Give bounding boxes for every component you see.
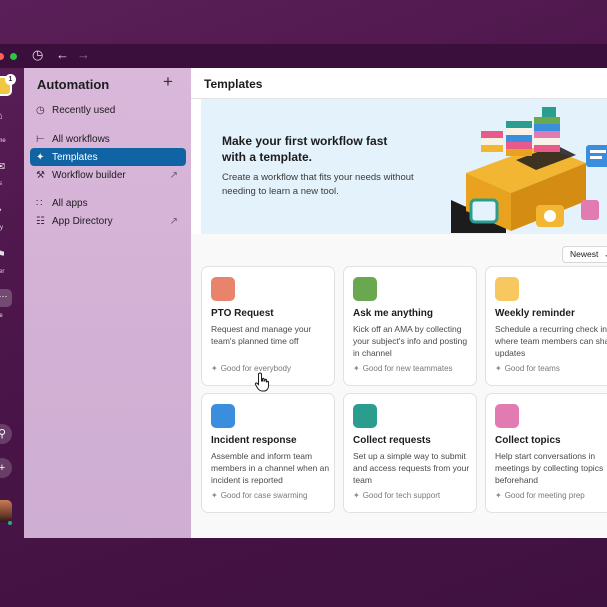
checkmark-icon (495, 277, 519, 301)
card-description: Help start conversations in meetings by … (495, 451, 604, 485)
automation-sidebar: Automation + ◷ Recently used ⊢ All workf… (24, 68, 191, 538)
hero-banner: Make your first workflow fast with a tem… (201, 99, 607, 234)
avatar[interactable] (0, 500, 12, 522)
more-icon[interactable]: ⋯ (0, 289, 12, 307)
back-arrow-icon[interactable]: ← (56, 47, 69, 62)
sidebar-item-label: Templates (52, 151, 98, 163)
search-icon[interactable]: ⚲ (0, 424, 12, 444)
sidebar-item-label: App Directory (52, 215, 113, 227)
sidebar-title: Automation (37, 77, 110, 92)
hero-body: Create a workflow that fits your needs w… (222, 172, 414, 197)
page-title: Templates (204, 77, 263, 91)
forward-arrow-icon[interactable]: → (77, 47, 90, 62)
workspace-rail: 1 ⌂ ome ✉ Ms ♦ vity ⚑ ater ⋯ ore ⚲ + (0, 68, 24, 538)
sidebar-item-label: Workflow builder (52, 169, 126, 181)
card-description: Request and manage your team's planned t… (211, 324, 312, 346)
speech-bubble-icon (353, 277, 377, 301)
card-title: Ask me anything (353, 308, 434, 319)
rail-label-dms: Ms (0, 181, 2, 187)
card-good-for-text: Good for new teammates (362, 364, 453, 373)
bookmark-icon[interactable]: ⚑ (0, 248, 6, 261)
external-link-icon: ↗ (169, 169, 178, 181)
card-good-for-text: Good for tech support (362, 491, 441, 500)
sidebar-item-label: All apps (52, 197, 88, 209)
hand-cursor-icon (254, 372, 269, 392)
sort-dropdown[interactable]: Newest ⌄ (562, 246, 607, 263)
template-card-collect-topics[interactable]: Collect topics Help start conversations … (485, 393, 607, 513)
card-title: Collect topics (495, 435, 561, 446)
sparkle-icon: ✦ (353, 491, 360, 500)
sidebar-item-templates[interactable]: ✦ Templates (30, 148, 186, 166)
card-good-for-text: Good for case swarming (220, 491, 308, 500)
plus-icon[interactable]: + (0, 458, 12, 478)
card-title: PTO Request (211, 308, 274, 319)
lifebuoy-icon (211, 404, 235, 428)
card-good-for: ✦ Good for case swarming (211, 491, 307, 500)
card-good-for: ✦ Good for new teammates (353, 364, 453, 373)
bell-icon[interactable]: ♦ (0, 204, 2, 216)
sidebar-item-all-apps[interactable]: ∷ All apps (30, 194, 186, 212)
template-card-ask-me-anything[interactable]: Ask me anything Kick off an AMA by colle… (343, 266, 477, 386)
card-title: Collect requests (353, 435, 431, 446)
sidebar-item-label: Recently used (52, 104, 116, 116)
add-plus-icon[interactable]: + (163, 72, 173, 92)
sidebar-item-recently-used[interactable]: ◷ Recently used (30, 101, 186, 119)
card-description: Set up a simple way to submit and access… (353, 451, 470, 485)
hero-heading: Make your first workflow fast with a tem… (222, 134, 388, 164)
template-card-weekly-reminder[interactable]: Weekly reminder Schedule a recurring che… (485, 266, 607, 386)
online-status-dot (7, 520, 13, 526)
template-card-incident-response[interactable]: Incident response Assemble and inform te… (201, 393, 335, 513)
card-good-for: ✦ Good for meeting prep (495, 491, 585, 500)
zoom-window-button[interactable] (10, 53, 17, 60)
sparkle-icon: ✦ (495, 364, 502, 373)
card-good-for: ✦ Good for everybody (211, 364, 291, 373)
card-title: Weekly reminder (495, 308, 575, 319)
card-good-for-text: Good for meeting prep (504, 491, 585, 500)
card-good-for: ✦ Good for teams (495, 364, 560, 373)
sidebar-item-label: All workflows (52, 133, 110, 145)
rail-label-more: ore (0, 313, 3, 319)
rail-label-later: ater (0, 269, 5, 275)
rail-label-activity: vity (0, 225, 3, 231)
sidebar-item-workflow-builder[interactable]: ⚒ Workflow builder ↗ (30, 166, 186, 184)
stacked-blocks-illustration (451, 107, 607, 233)
calendar-icon (211, 277, 235, 301)
external-link-icon: ↗ (169, 215, 178, 227)
apps-icon: ∷ (36, 197, 43, 209)
templates-panel: Templates Make your first workflow fast … (191, 68, 607, 538)
notification-badge: 1 (5, 74, 16, 85)
history-icon[interactable]: ◷ (32, 47, 43, 63)
sidebar-item-app-directory[interactable]: ☷ App Directory ↗ (30, 212, 186, 230)
builder-icon: ⚒ (36, 169, 45, 181)
inbox-icon (353, 404, 377, 428)
card-description: Kick off an AMA by collecting your subje… (353, 324, 468, 358)
card-good-for: ✦ Good for tech support (353, 491, 440, 500)
template-card-collect-requests[interactable]: Collect requests Set up a simple way to … (343, 393, 477, 513)
folder-icon (495, 404, 519, 428)
card-description: Assemble and inform team members in a ch… (211, 451, 330, 485)
sidebar-item-all-workflows[interactable]: ⊢ All workflows (30, 130, 186, 148)
sparkle-icon: ✦ (495, 491, 502, 500)
card-title: Incident response (211, 435, 297, 446)
card-description: Schedule a recurring check in where team… (495, 324, 607, 358)
templates-icon: ✦ (36, 151, 45, 163)
sparkle-icon: ✦ (353, 364, 360, 373)
home-icon[interactable]: ⌂ (0, 110, 3, 122)
directory-icon: ☷ (36, 215, 45, 227)
workflow-icon: ⊢ (36, 133, 45, 145)
rail-label-home: ome (0, 138, 6, 144)
sparkle-icon: ✦ (211, 364, 218, 373)
dm-icon[interactable]: ✉ (0, 160, 5, 173)
sort-label: Newest (570, 249, 599, 259)
close-window-button[interactable] (0, 53, 4, 60)
template-card-pto-request[interactable]: PTO Request Request and manage your team… (201, 266, 335, 386)
card-good-for-text: Good for teams (504, 364, 560, 373)
sparkle-icon: ✦ (211, 491, 218, 500)
clock-icon: ◷ (36, 104, 45, 116)
window-toolbar: ◷ ← → (0, 44, 607, 68)
